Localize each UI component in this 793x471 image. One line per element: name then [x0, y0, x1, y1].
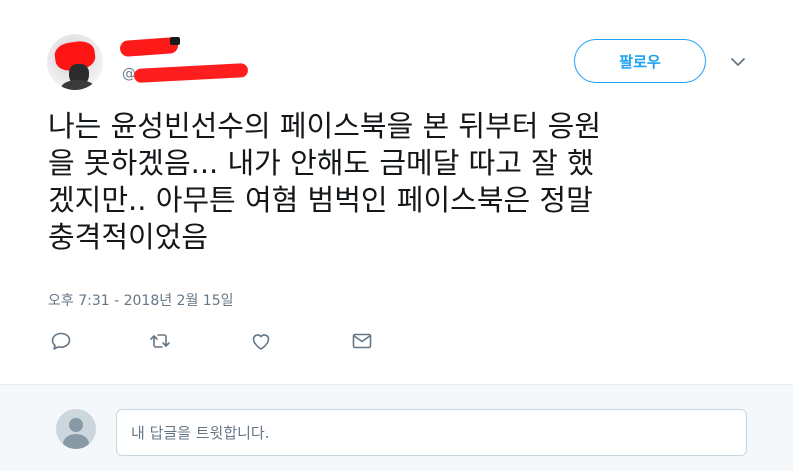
tweet-text: 나는 윤성빈선수의 페이스북을 본 뒤부터 응원 을 못하겠음... 내가 안해… — [48, 109, 602, 254]
heart-icon[interactable] — [249, 329, 273, 353]
reply-section: 내 답글을 트윗합니다. — [0, 384, 793, 471]
display-name-redacted[interactable] — [119, 36, 182, 58]
reply-icon[interactable] — [49, 329, 73, 353]
follow-button[interactable]: 팔로우 — [574, 39, 706, 83]
handle-redaction-mark — [133, 63, 249, 83]
chevron-down-icon[interactable] — [728, 52, 748, 72]
tweet-timestamp[interactable]: 오후 7:31 - 2018년 2월 15일 — [48, 290, 234, 310]
retweet-icon[interactable] — [148, 329, 172, 353]
current-user-avatar — [56, 409, 96, 449]
reply-input[interactable]: 내 답글을 트윗합니다. — [116, 409, 747, 456]
envelope-icon[interactable] — [350, 329, 374, 353]
tweet-card: @g 팔로우 나는 윤성빈선수의 페이스북을 본 뒤부터 응원 을 못하겠음..… — [0, 0, 793, 384]
user-avatar[interactable] — [47, 34, 103, 90]
